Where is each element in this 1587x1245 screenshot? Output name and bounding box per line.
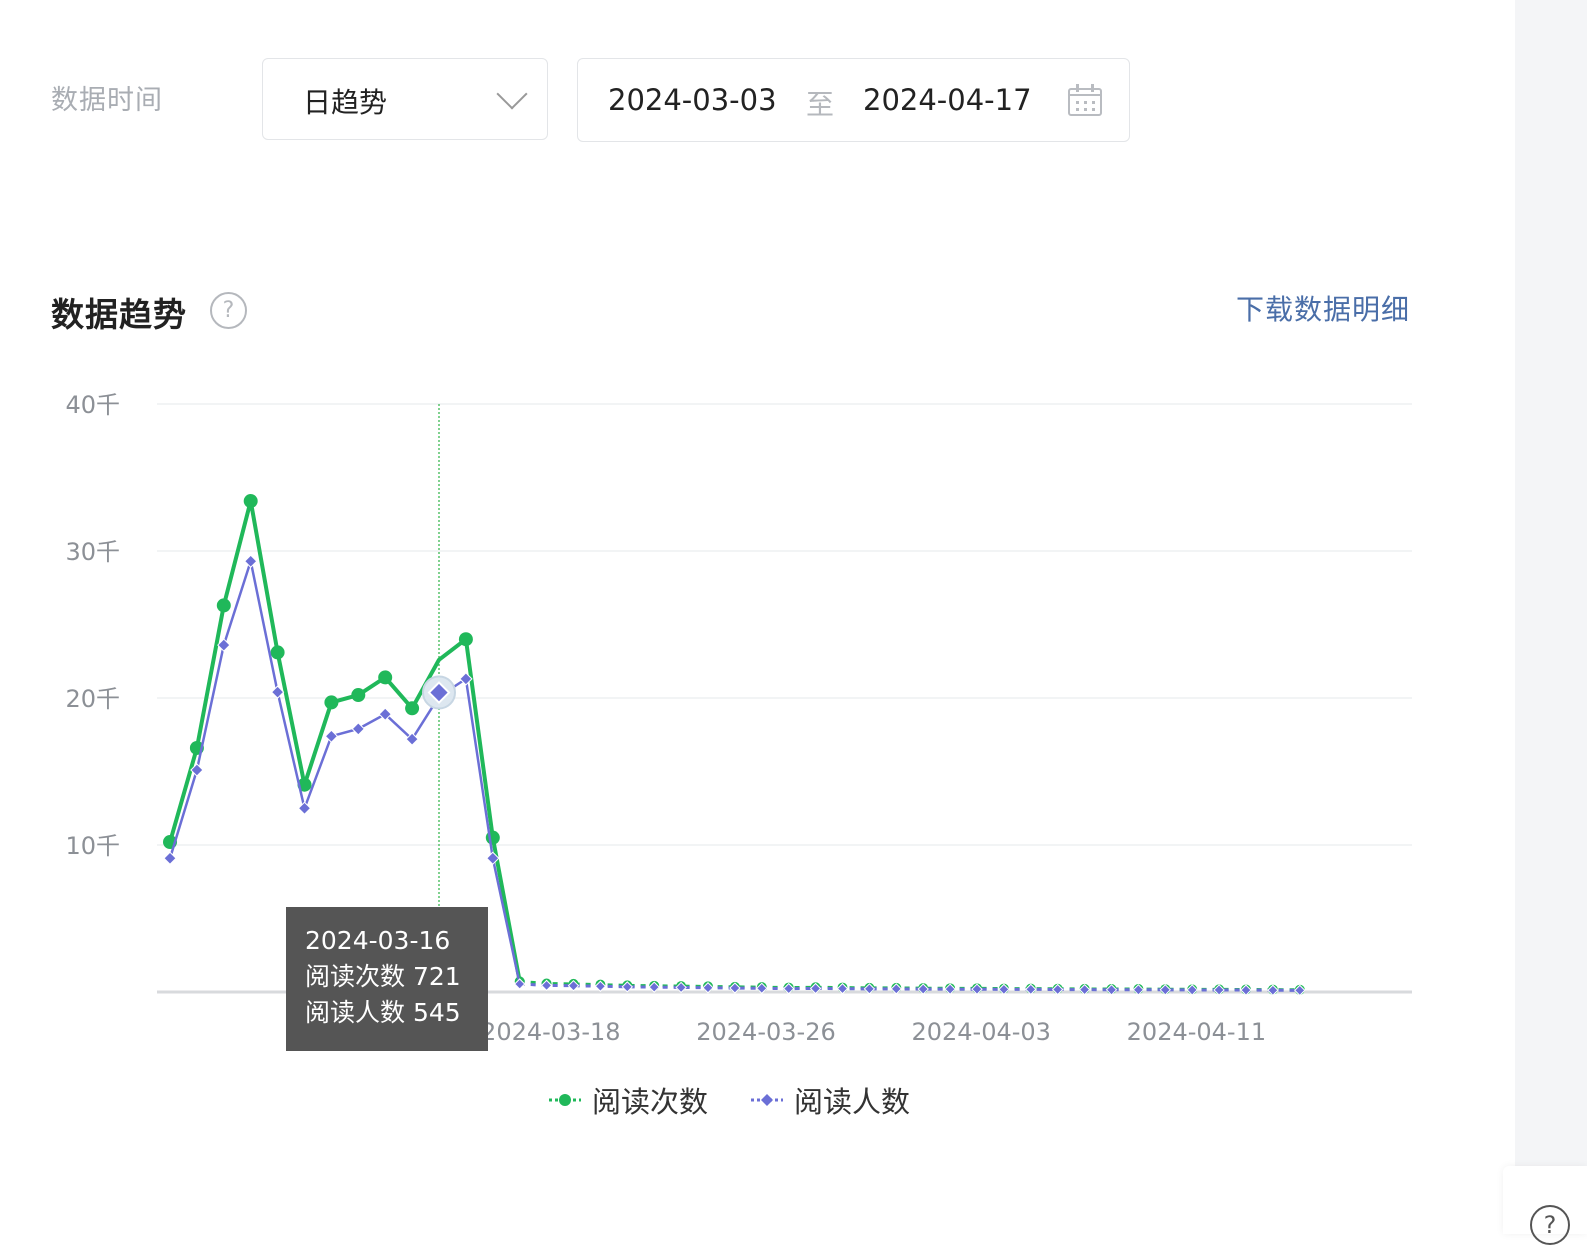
x-tick-label: 2024-04-11 [1127, 1018, 1266, 1046]
y-tick-label: 20千 [65, 685, 120, 713]
legend-diamond-marker-icon [751, 1094, 784, 1106]
data-point [243, 494, 258, 509]
trend-chart: 10千 20千 30千 40千 2024-03-18 2024-03-26 2024-04-… [65, 391, 1412, 1046]
data-point [270, 685, 285, 699]
y-tick-label: 30千 [65, 538, 120, 566]
series-line-tail-readers [519, 982, 1300, 992]
grid-lines [157, 403, 1412, 846]
data-point [216, 598, 231, 613]
x-tick-label: 2024-03-18 [481, 1018, 620, 1046]
y-tick-label: 40千 [65, 391, 120, 419]
data-point [351, 688, 366, 703]
data-point [243, 554, 258, 568]
y-tick-label: 10千 [65, 832, 120, 860]
chart-tooltip: 2024-03-16 阅读次数 721 阅读人数 545 [286, 907, 488, 1051]
data-point [405, 701, 420, 716]
tooltip-reads: 阅读次数 721 [305, 962, 461, 991]
legend-item-reads[interactable]: 阅读次数 [548, 1079, 708, 1121]
data-point [163, 851, 177, 865]
tooltip-date: 2024-03-16 [305, 926, 451, 955]
data-point [297, 801, 312, 815]
legend-item-readers[interactable]: 阅读人数 [750, 1079, 910, 1121]
chart-legend: 阅读次数 阅读人数 [548, 1080, 952, 1120]
data-point [217, 638, 231, 652]
x-tick-label: 2024-04-03 [911, 1018, 1050, 1046]
x-tick-label: 2024-03-26 [696, 1018, 835, 1046]
data-point [378, 670, 393, 685]
data-point [324, 695, 339, 710]
axes: 10千 20千 30千 40千 2024-03-18 2024-03-26 2024-04-… [65, 391, 1412, 1046]
data-point [324, 729, 339, 743]
legend-label-readers: 阅读人数 [794, 1085, 911, 1119]
data-point [270, 645, 285, 660]
legend-label-reads: 阅读次数 [592, 1085, 709, 1119]
legend-circle-marker-icon [549, 1094, 581, 1106]
tooltip-readers: 阅读人数 545 [305, 998, 461, 1027]
data-point [458, 632, 473, 647]
data-point [351, 722, 366, 736]
